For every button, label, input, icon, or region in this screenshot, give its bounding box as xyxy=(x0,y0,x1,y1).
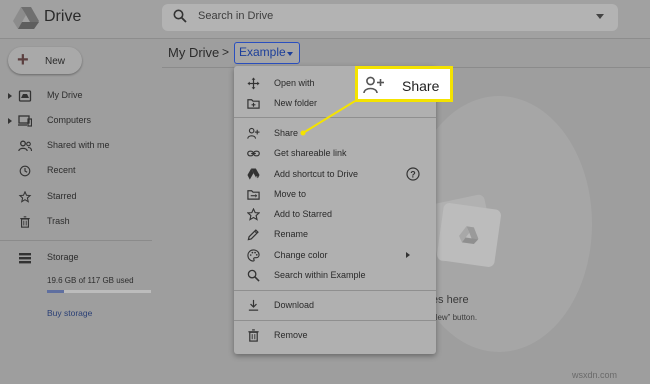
rename-icon xyxy=(247,229,259,241)
trash-icon xyxy=(20,216,30,228)
breadcrumb-separator: > xyxy=(222,45,230,59)
menu-item-change-color[interactable]: Change color xyxy=(234,245,436,265)
shared-with-me-icon xyxy=(18,140,32,152)
expand-caret-icon[interactable] xyxy=(8,93,12,99)
sidebar-item-my-drive[interactable]: My Drive xyxy=(0,85,160,107)
menu-item-label: Get shareable link xyxy=(274,148,347,158)
help-icon[interactable]: ? xyxy=(406,167,420,181)
menu-divider xyxy=(234,117,436,118)
sidebar-item-label: Starred xyxy=(47,191,77,201)
link-icon xyxy=(247,150,260,157)
breadcrumb-current-label: Example xyxy=(239,45,286,59)
menu-item-move-to[interactable]: Move to xyxy=(234,184,436,204)
menu-item-label: Remove xyxy=(274,330,308,340)
submenu-arrow-icon xyxy=(406,252,410,258)
menu-item-get-shareable-link[interactable]: Get shareable link xyxy=(234,143,436,163)
sidebar-item-label: Recent xyxy=(47,165,76,175)
download-icon xyxy=(248,299,259,311)
my-drive-icon xyxy=(18,90,32,102)
menu-item-label: Add to Starred xyxy=(274,209,333,219)
menu-item-label: Move to xyxy=(274,189,307,199)
sidebar-item-label: Computers xyxy=(47,115,92,125)
sidebar-item-recent[interactable]: Recent xyxy=(0,160,160,182)
palette-icon xyxy=(247,249,260,262)
menu-item-label: Rename xyxy=(274,229,309,239)
callout-label: Share xyxy=(402,78,440,94)
star-icon xyxy=(18,191,32,203)
menu-item-label: Download xyxy=(274,300,315,310)
menu-item-add-to-starred[interactable]: Add to Starred xyxy=(234,204,436,224)
menu-item-label: Open with xyxy=(274,78,315,88)
menu-item-add-shortcut[interactable]: Add shortcut to Drive ? xyxy=(234,164,436,184)
open-with-icon xyxy=(247,77,260,90)
menu-divider xyxy=(234,290,436,291)
menu-item-download[interactable]: Download xyxy=(234,295,436,315)
sidebar-item-computers[interactable]: Computers xyxy=(0,110,160,132)
plus-icon: + xyxy=(17,49,29,71)
shortcut-icon xyxy=(247,168,260,181)
menu-item-label: Change color xyxy=(274,250,328,260)
menu-item-share[interactable]: Share xyxy=(234,123,436,143)
search-icon[interactable] xyxy=(173,9,187,23)
menu-item-label: New folder xyxy=(274,98,318,108)
breadcrumb-root[interactable]: My Drive xyxy=(168,45,219,60)
new-button-label: New xyxy=(45,56,66,67)
storage-icon xyxy=(19,253,31,264)
watermark: wsxdn.com xyxy=(572,370,618,380)
menu-item-search-within[interactable]: Search within Example xyxy=(234,265,436,285)
menu-item-rename[interactable]: Rename xyxy=(234,224,436,244)
storage-usage-text: 19.6 GB of 117 GB used xyxy=(47,276,134,285)
empty-state-card-front xyxy=(436,202,502,268)
sidebar-item-shared-with-me[interactable]: Shared with me xyxy=(0,135,160,157)
sidebar-item-label: Trash xyxy=(47,216,70,226)
sidebar-divider xyxy=(0,240,152,241)
menu-item-label: Share xyxy=(274,128,299,138)
expand-caret-icon[interactable] xyxy=(8,118,12,124)
new-folder-icon xyxy=(247,99,260,109)
storage-usage-fill xyxy=(47,290,64,293)
sidebar-item-starred[interactable]: Starred xyxy=(0,186,160,208)
star-icon xyxy=(247,208,260,221)
search-options-dropdown-icon[interactable] xyxy=(596,14,604,19)
trash-icon xyxy=(248,329,259,342)
search-icon xyxy=(247,269,260,282)
drive-logo-icon xyxy=(459,226,479,245)
drive-logo-icon xyxy=(13,7,39,29)
share-icon xyxy=(363,76,384,94)
clock-icon xyxy=(19,165,31,177)
menu-item-label: Search within Example xyxy=(274,270,366,280)
sidebar-item-label: Shared with me xyxy=(47,140,110,150)
search-input[interactable]: Search in Drive xyxy=(198,10,273,22)
sidebar-item-label: Storage xyxy=(47,252,79,262)
move-to-icon xyxy=(247,190,260,200)
app-title: Drive xyxy=(44,8,82,25)
computers-icon xyxy=(18,115,32,127)
svg-text:?: ? xyxy=(410,169,416,179)
menu-item-label: Add shortcut to Drive xyxy=(274,169,359,179)
sidebar-item-storage[interactable]: Storage xyxy=(0,247,160,269)
sidebar-item-label: My Drive xyxy=(47,90,83,100)
sidebar-item-trash[interactable]: Trash xyxy=(0,211,160,233)
share-icon xyxy=(247,127,260,139)
buy-storage-link[interactable]: Buy storage xyxy=(47,308,92,318)
menu-item-remove[interactable]: Remove xyxy=(234,325,436,345)
menu-divider xyxy=(234,320,436,321)
chevron-down-icon xyxy=(287,52,293,56)
